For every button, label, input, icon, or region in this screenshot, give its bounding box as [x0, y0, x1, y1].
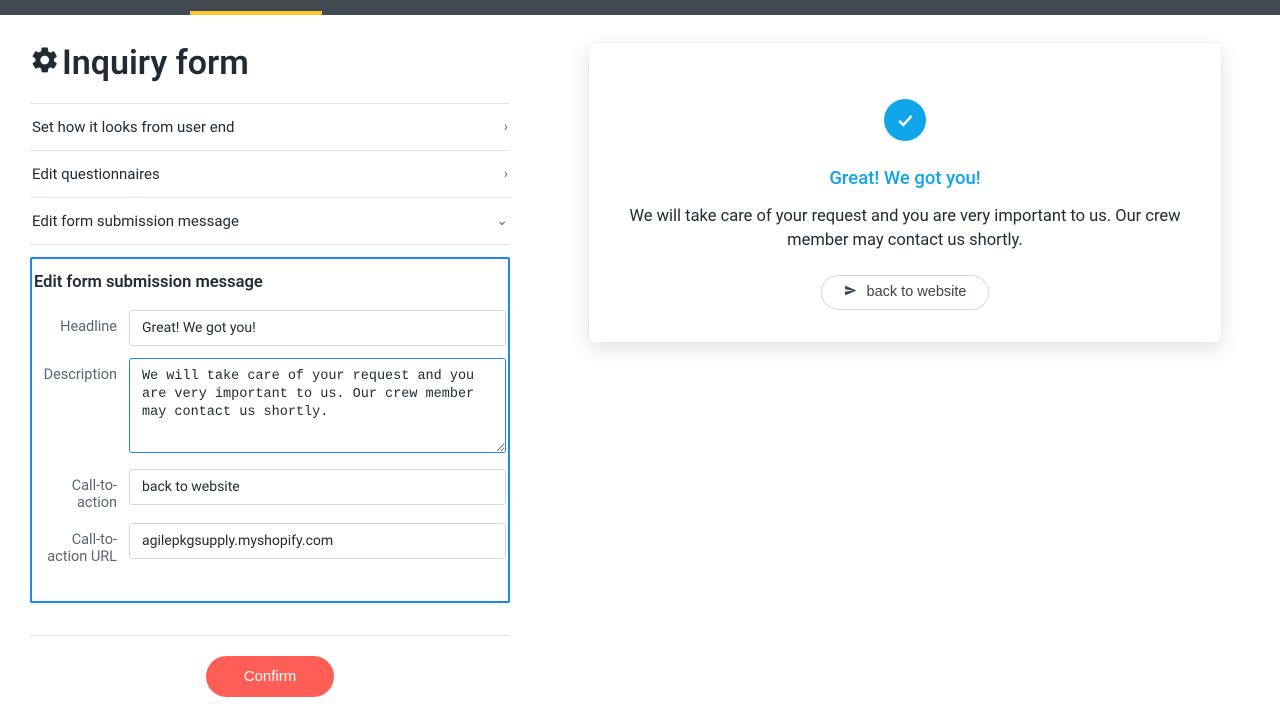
description-textarea[interactable]: We will take care of your request and yo…	[129, 358, 506, 453]
page-title-text: Inquiry form	[62, 43, 249, 83]
accordion-row-user-end[interactable]: Set how it looks from user end ›	[30, 104, 510, 151]
chevron-right-icon: ›	[504, 119, 508, 135]
success-check-icon	[884, 99, 926, 141]
edit-submission-panel: Edit form submission message Headline De…	[30, 257, 510, 603]
accordion-row-questionnaires[interactable]: Edit questionnaires ›	[30, 151, 510, 198]
preview-headline: Great! We got you!	[613, 167, 1197, 189]
page-title: Inquiry form	[30, 43, 510, 83]
headline-label: Headline	[32, 310, 129, 335]
accordion-row-submission-message[interactable]: Edit form submission message ⌄	[30, 198, 510, 245]
headline-input[interactable]	[129, 310, 506, 346]
cta-label: Call-to-action	[32, 469, 129, 511]
cta-input[interactable]	[129, 469, 506, 505]
preview-description: We will take care of your request and yo…	[625, 205, 1185, 253]
chevron-right-icon: ›	[504, 166, 508, 182]
confirm-button[interactable]: Confirm	[206, 656, 335, 697]
accordion-label: Set how it looks from user end	[32, 118, 234, 136]
accordion-label: Edit form submission message	[32, 212, 239, 230]
active-tab-indicator	[190, 11, 322, 15]
panel-title: Edit form submission message	[32, 273, 508, 304]
description-label: Description	[32, 358, 129, 383]
top-navbar	[0, 0, 1280, 15]
preview-cta-button[interactable]: back to website	[821, 275, 990, 310]
paper-plane-icon	[844, 284, 857, 301]
accordion-label: Edit questionnaires	[32, 165, 160, 183]
preview-cta-label: back to website	[867, 284, 967, 300]
preview-card: Great! We got you! We will take care of …	[589, 43, 1221, 342]
gear-icon	[30, 45, 60, 81]
chevron-down-icon: ⌄	[496, 213, 508, 229]
cta-url-label: Call-to-action URL	[32, 523, 129, 565]
cta-url-input[interactable]	[129, 523, 506, 559]
